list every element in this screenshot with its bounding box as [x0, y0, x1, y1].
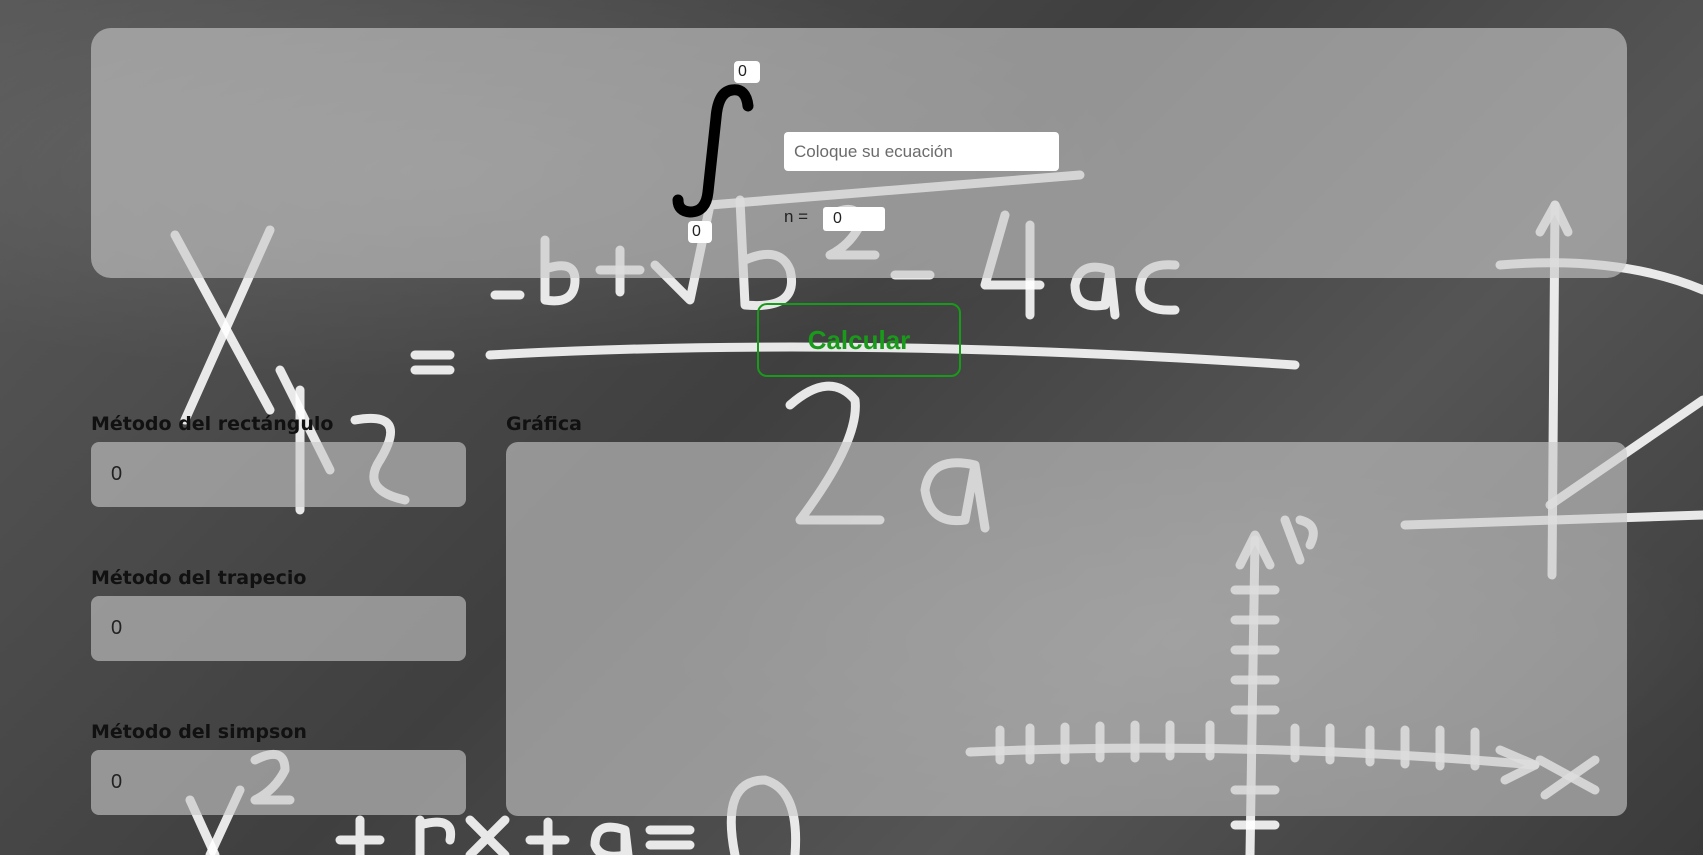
- chart-label: Gráfica: [506, 413, 582, 435]
- lower-limit-field[interactable]: 0: [688, 221, 712, 243]
- n-input[interactable]: [823, 207, 885, 231]
- trapezoid-method-label: Método del trapecio: [91, 567, 307, 589]
- chart-panel: [506, 442, 1627, 816]
- n-label: n =: [784, 207, 809, 226]
- calculate-button[interactable]: Calcular: [757, 303, 961, 377]
- rectangle-method-result: 0: [91, 442, 466, 507]
- upper-limit-field[interactable]: 0: [734, 61, 760, 83]
- equation-input[interactable]: [784, 132, 1059, 171]
- rectangle-method-label: Método del rectángulo: [91, 413, 334, 435]
- integral-icon: [672, 84, 754, 218]
- simpson-method-label: Método del simpson: [91, 721, 307, 743]
- trapezoid-method-result: 0: [91, 596, 466, 661]
- simpson-method-result: 0: [91, 750, 466, 815]
